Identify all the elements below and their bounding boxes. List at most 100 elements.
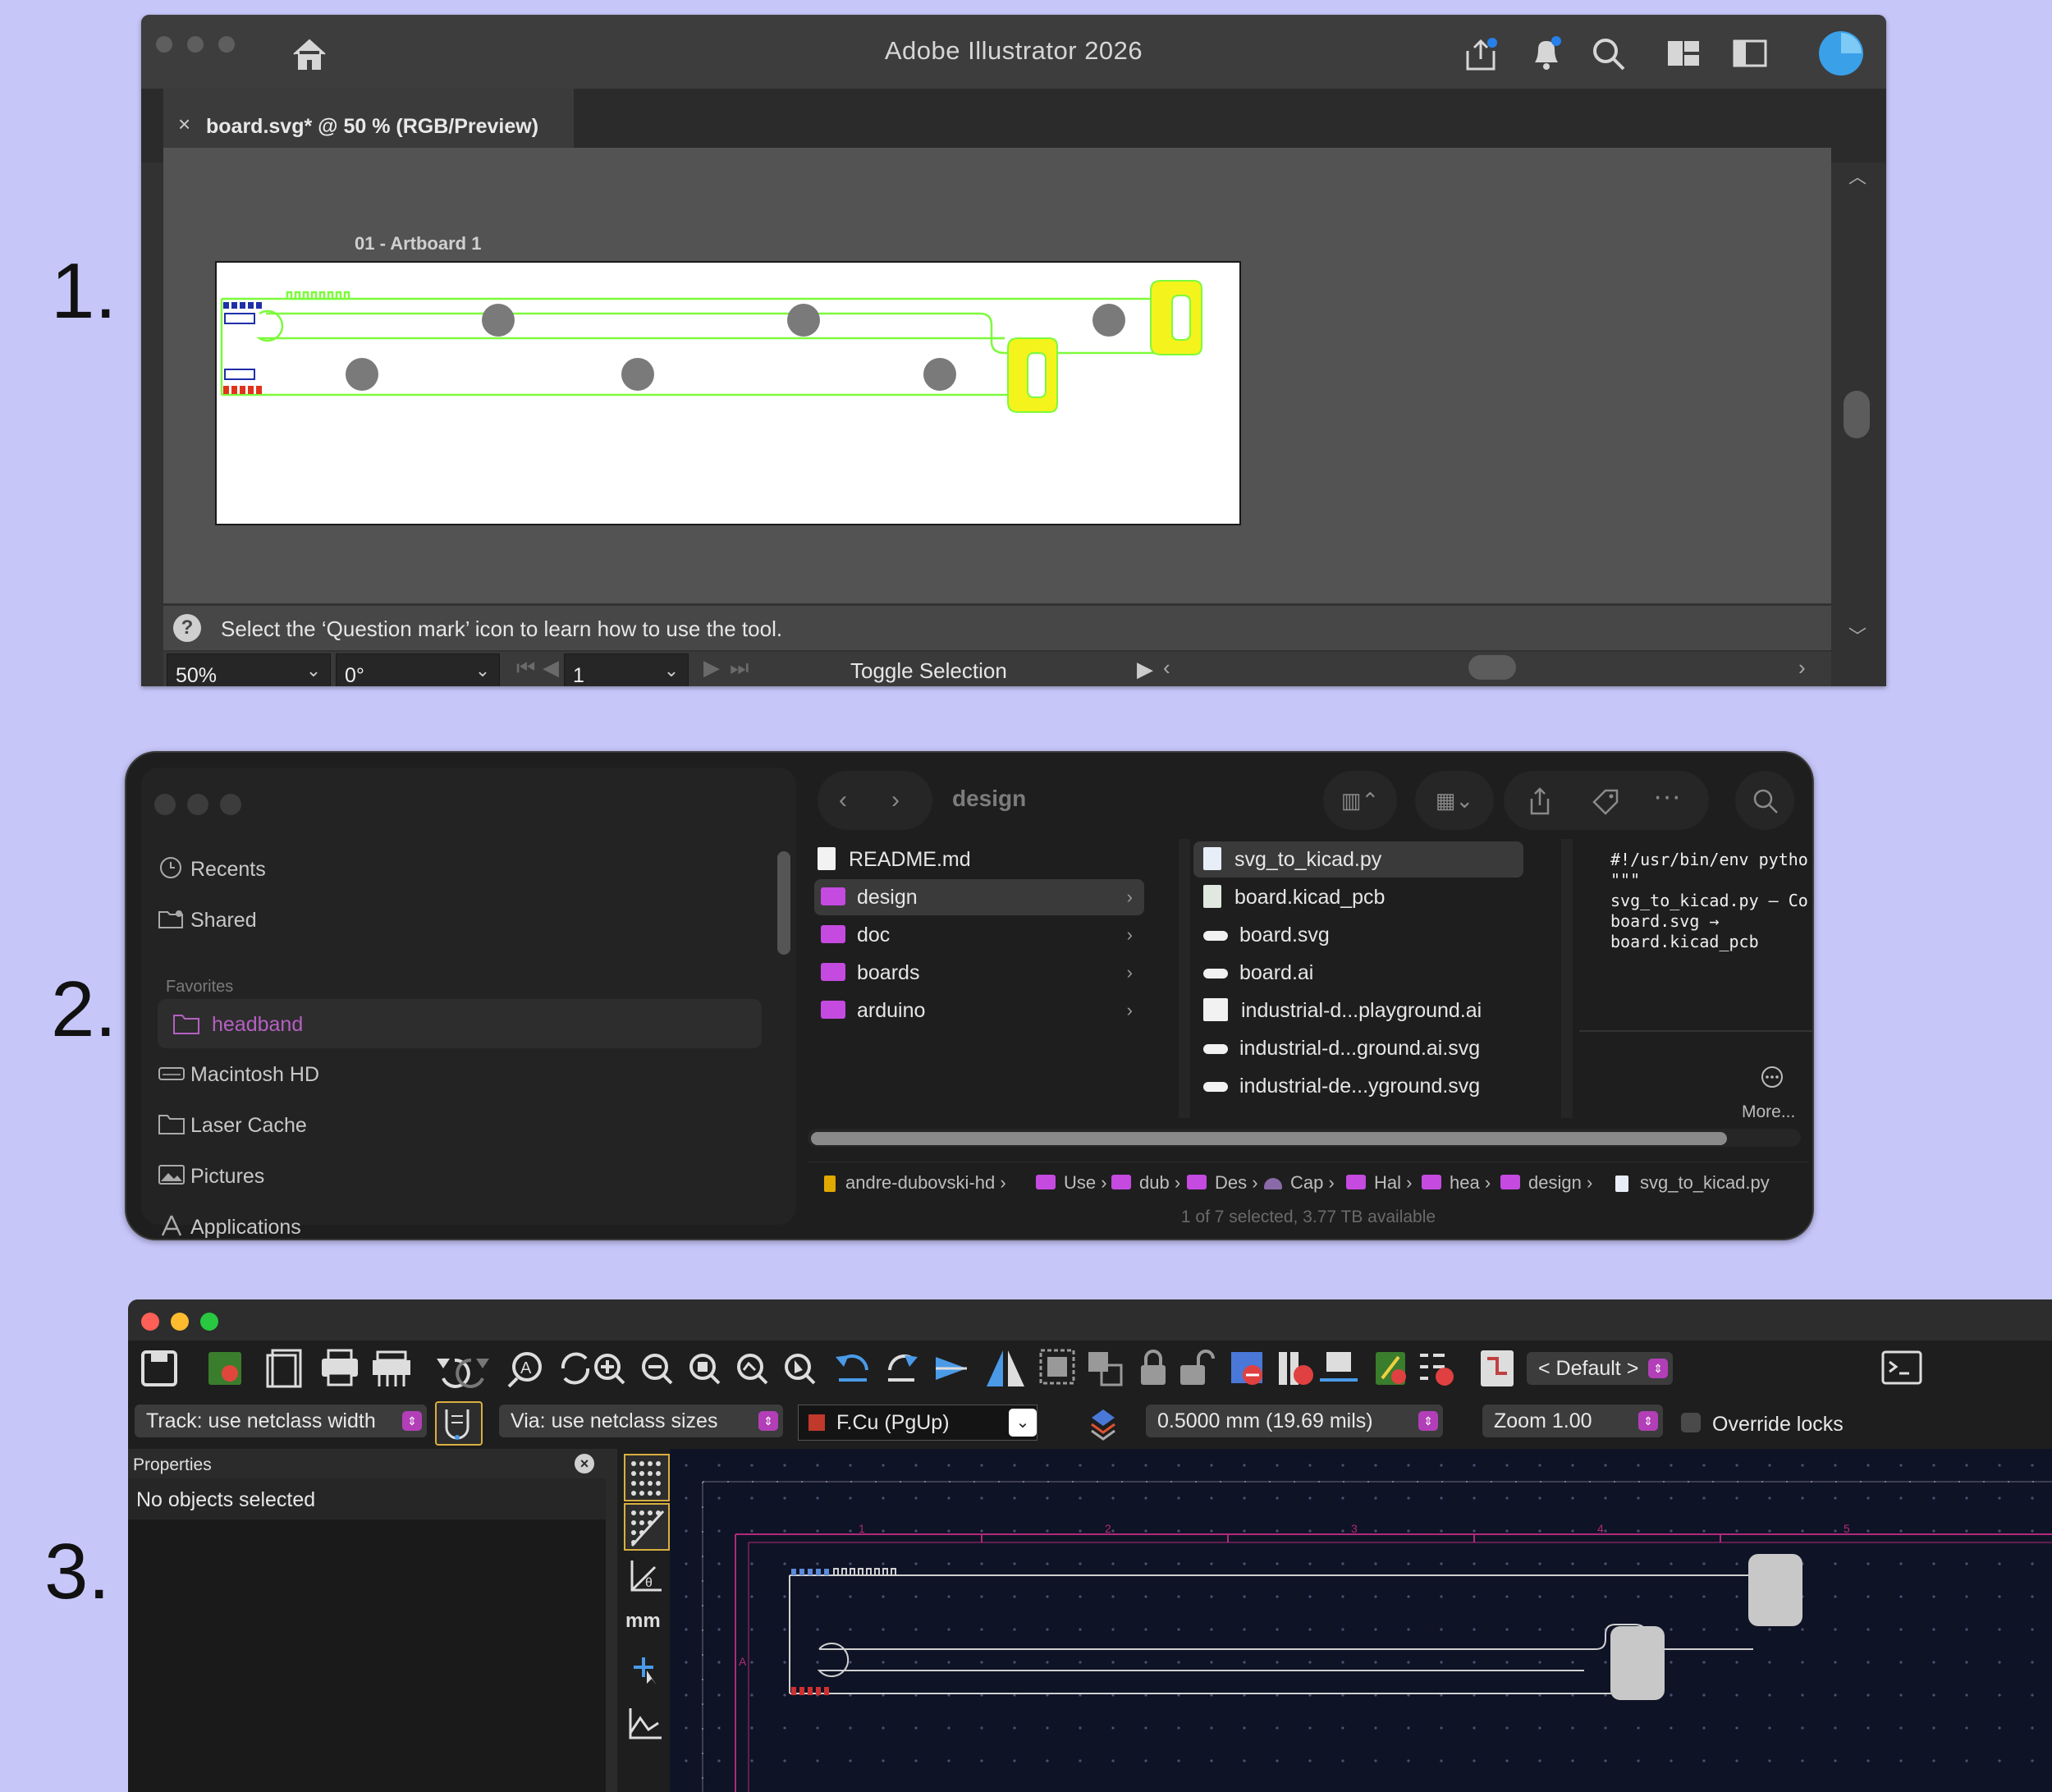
spinner-icon[interactable]: ⇕ (1648, 1359, 1668, 1378)
search-icon[interactable] (1591, 36, 1627, 72)
minimize-button[interactable] (187, 794, 208, 815)
zoom-select[interactable]: 50% ⌄ (167, 653, 331, 686)
layer-pair-icon[interactable] (1088, 1406, 1118, 1442)
close-tab-icon[interactable]: × (178, 112, 190, 137)
nav-back-forward[interactable]: ‹ › (818, 771, 932, 830)
toggle-selection-arrow-icon[interactable]: ▶ (1137, 657, 1153, 682)
scroll-left-icon[interactable]: ‹ (1163, 655, 1170, 681)
more-circle-icon[interactable] (1760, 1065, 1784, 1089)
spinner-icon[interactable]: ⇕ (758, 1411, 778, 1431)
spinner-icon[interactable]: ⇕ (1418, 1411, 1438, 1431)
breadcrumb-item[interactable]: svg_to_kicad.py (1615, 1172, 1770, 1194)
close-button[interactable] (154, 794, 176, 815)
question-mark-icon[interactable]: ? (173, 614, 201, 642)
list-item-selected[interactable]: design › (814, 879, 1144, 915)
list-item[interactable]: README.md (818, 841, 1146, 878)
column-divider[interactable] (1561, 839, 1573, 1118)
list-item[interactable]: industrial-d...ground.ai.svg (1203, 1030, 1480, 1066)
zoom-button[interactable] (200, 1313, 218, 1331)
rotate-select[interactable]: 0° ⌄ (336, 653, 500, 686)
zoom-button[interactable] (220, 794, 241, 815)
last-artboard-icon[interactable]: ⏭ (730, 655, 749, 681)
sidebar-item-pictures[interactable]: Pictures (141, 1160, 796, 1193)
chevron-down-icon[interactable]: ⌄ (1009, 1409, 1037, 1437)
view-columns-button[interactable]: ▥⌃ (1323, 771, 1397, 830)
forward-icon[interactable]: › (891, 771, 900, 830)
sidebar-item-recents[interactable]: Recents (141, 853, 796, 886)
sidebar-item-macintosh-hd[interactable]: Macintosh HD (141, 1058, 796, 1091)
override-locks-checkbox[interactable] (1681, 1413, 1701, 1432)
h-scroll-thumb[interactable] (1468, 655, 1516, 680)
close-panel-icon[interactable]: × (575, 1454, 594, 1473)
sidebar-scrollbar[interactable] (777, 851, 790, 955)
vertical-scrollbar[interactable]: ︿ ﹀ (1840, 163, 1873, 655)
graph-icon[interactable] (625, 1705, 663, 1743)
horizontal-scrollbar[interactable]: ‹ › (1160, 652, 1816, 686)
toggle-selection[interactable]: Toggle Selection (850, 658, 1007, 684)
workspace-icon[interactable] (1666, 38, 1701, 69)
breadcrumb-item[interactable]: dub › (1111, 1172, 1180, 1194)
grid-select[interactable]: 0.5000 mm (19.69 mils) ⇕ (1146, 1405, 1443, 1437)
units-button[interactable]: mm (625, 1610, 661, 1633)
breadcrumb-item[interactable]: Use › (1036, 1172, 1107, 1194)
list-item[interactable]: board.ai (1203, 955, 1313, 991)
sidebar-item-applications[interactable]: Applications (141, 1211, 796, 1239)
chevron-down-icon[interactable]: ⌄ (297, 654, 330, 686)
breadcrumb-item[interactable]: hea › (1422, 1172, 1491, 1194)
scroll-thumb[interactable] (811, 1132, 1727, 1145)
artboard[interactable] (215, 261, 1241, 525)
first-artboard-icon[interactable]: ⏮ (516, 655, 535, 681)
list-item[interactable]: industrial-de...yground.svg (1203, 1068, 1480, 1104)
prev-artboard-icon[interactable]: ◀ (543, 655, 559, 681)
panel-icon[interactable] (1732, 38, 1768, 69)
breadcrumb-item[interactable]: Cap › (1264, 1172, 1335, 1194)
breadcrumb-item[interactable]: Hal › (1346, 1172, 1412, 1194)
cursor-icon[interactable] (630, 1654, 663, 1687)
sidebar-item-headband[interactable]: headband (158, 999, 762, 1048)
sidebar-item-shared[interactable]: Shared (141, 904, 796, 937)
spinner-icon[interactable]: ⇕ (402, 1411, 422, 1431)
auto-track-width-button[interactable] (435, 1401, 483, 1446)
list-item-selected[interactable]: svg_to_kicad.py (1193, 841, 1523, 878)
list-item[interactable]: arduino › (821, 992, 1144, 1029)
minimize-button[interactable] (171, 1313, 189, 1331)
pcb-canvas[interactable]: 1 2 3 4 5 A (670, 1449, 2052, 1792)
column-divider[interactable] (1179, 839, 1190, 1118)
group-button[interactable]: ▦⌄ (1415, 771, 1494, 830)
grid-toggle-button[interactable] (624, 1454, 670, 1501)
scroll-up-icon[interactable]: ︿ (1848, 163, 1866, 189)
more-link[interactable]: More... (1742, 1102, 1795, 1122)
share-icon[interactable] (1461, 34, 1500, 74)
next-artboard-icon[interactable]: ▶ (703, 655, 720, 681)
avatar[interactable] (1817, 30, 1865, 77)
grid-overrides-button[interactable] (624, 1503, 670, 1551)
via-size-select[interactable]: Via: use netclass sizes ⇕ (499, 1405, 783, 1437)
list-item[interactable]: industrial-d...playground.ai (1203, 992, 1482, 1029)
bell-icon[interactable] (1528, 34, 1564, 72)
tag-icon[interactable] (1591, 787, 1620, 817)
polar-coords-icon[interactable]: θ (625, 1557, 665, 1597)
breadcrumb-item[interactable]: andre-dubovski-hd › (824, 1172, 1006, 1194)
close-button[interactable] (141, 1313, 159, 1331)
scroll-right-icon[interactable]: › (1798, 655, 1806, 681)
artboard-select[interactable]: 1 ⌄ (564, 653, 689, 686)
sidebar-item-laser-cache[interactable]: Laser Cache (141, 1109, 796, 1142)
scroll-thumb[interactable] (1844, 391, 1870, 438)
share-icon[interactable] (1527, 787, 1553, 817)
layer-select[interactable]: F.Cu (PgUp) ⌄ (798, 1405, 1037, 1441)
breadcrumb-item[interactable]: design › (1500, 1172, 1592, 1194)
more-icon[interactable]: ··· (1653, 781, 1681, 813)
breadcrumb-item[interactable]: Des › (1187, 1172, 1258, 1194)
spinner-icon[interactable]: ⇕ (1638, 1411, 1658, 1431)
list-item[interactable]: doc › (821, 917, 1144, 953)
preset-select[interactable]: < Default > ⇕ (1527, 1352, 1673, 1385)
list-item[interactable]: boards › (821, 955, 1144, 991)
list-item[interactable]: board.svg (1203, 917, 1330, 953)
horizontal-scrollbar[interactable] (808, 1129, 1801, 1147)
zoom-select[interactable]: Zoom 1.00 ⇕ (1482, 1405, 1663, 1437)
track-width-select[interactable]: Track: use netclass width ⇕ (135, 1405, 427, 1437)
search-icon[interactable] (1752, 787, 1779, 815)
chevron-down-icon[interactable]: ⌄ (466, 654, 499, 686)
list-item[interactable]: board.kicad_pcb (1203, 879, 1385, 915)
back-icon[interactable]: ‹ (839, 771, 847, 830)
